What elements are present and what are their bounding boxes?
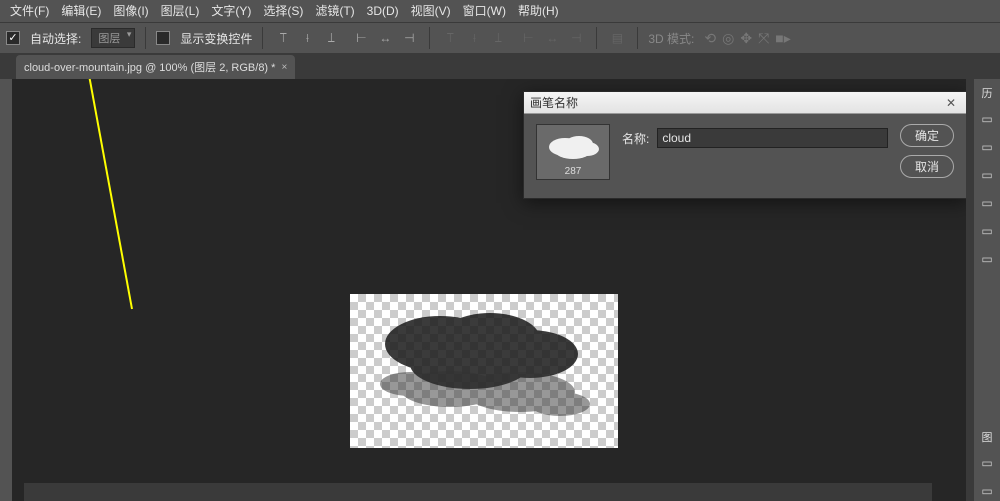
tool-strip-edge [0,79,12,501]
menu-bar: 文件(F) 编辑(E) 图像(I) 图层(L) 文字(Y) 选择(S) 滤镜(T… [0,0,1000,22]
canvas-area[interactable]: 画笔名称 ✕ 287 名称: [12,79,966,501]
align-right-icon[interactable]: ⊣ [399,28,419,48]
menu-filter[interactable]: 滤镜(T) [309,0,360,22]
close-icon[interactable]: × [281,62,287,73]
show-transform-label: 显示变换控件 [180,30,252,47]
zoom-3d-icon[interactable]: ■▸ [775,30,790,47]
menu-help[interactable]: 帮助(H) [512,0,565,22]
divider [637,27,638,49]
menu-file[interactable]: 文件(F) [4,0,55,22]
distribute-group-1: ⟙ ⟊ ⟘ [440,28,508,48]
cloud-thumb-icon [543,129,603,163]
mode-3d-icons: ⟲ ◎ ✥ ⤧ ■▸ [704,30,790,47]
align-group-2: ⊢ ↔ ⊣ [351,28,419,48]
panel-icon[interactable]: ▭ [977,137,997,157]
name-row: 名称: [622,128,888,148]
menu-edit[interactable]: 编辑(E) [55,0,107,22]
distribute-right-icon: ⊣ [566,28,586,48]
menu-view[interactable]: 视图(V) [405,0,457,22]
align-vcenter-icon[interactable]: ⟊ [297,28,317,48]
divider [596,27,597,49]
show-transform-checkbox[interactable] [156,31,170,45]
brush-name-dialog: 画笔名称 ✕ 287 名称: [523,91,966,199]
roll-3d-icon[interactable]: ◎ [722,30,734,47]
distribute-left-icon: ⊢ [518,28,538,48]
auto-select-dropdown[interactable]: 图层 [91,28,135,48]
document-tab-title: cloud-over-mountain.jpg @ 100% (图层 2, RG… [24,59,275,75]
orbit-3d-icon[interactable]: ⟲ [704,30,716,47]
divider [429,27,430,49]
auto-select-label: 自动选择: [30,30,81,47]
brush-thumbnail: 287 [536,124,610,180]
distribute-bottom-icon: ⟘ [488,28,508,48]
dialog-titlebar[interactable]: 画笔名称 ✕ [524,92,966,114]
panel-icon[interactable]: ▭ [977,221,997,241]
pan-3d-icon[interactable]: ✥ [740,30,752,47]
panel-icon[interactable]: ▭ [977,109,997,129]
main-row: 画笔名称 ✕ 287 名称: [0,79,1000,501]
panel-divider[interactable] [966,79,974,501]
align-group-1: ⟙ ⟊ ⟘ [273,28,341,48]
document-tab-bar: cloud-over-mountain.jpg @ 100% (图层 2, RG… [0,54,1000,79]
menu-image[interactable]: 图像(I) [107,0,154,22]
document-canvas[interactable] [350,294,618,448]
menu-3d[interactable]: 3D(D) [361,0,405,22]
history-panel-tab[interactable]: 历 [982,85,993,101]
cloud-render [350,294,618,448]
dialog-buttons: 确定 取消 [900,124,954,178]
panel-icon[interactable]: ▭ [977,481,997,501]
right-panel-collapsed: 历 ▭ ▭ ▭ ▭ ▭ ▭ 图 ▭ ▭ [974,79,1000,501]
distribute-hcenter-icon: ↔ [542,28,562,48]
align-bottom-icon[interactable]: ⟘ [321,28,341,48]
align-hcenter-icon[interactable]: ↔ [375,28,395,48]
menu-select[interactable]: 选择(S) [257,0,309,22]
options-bar: 自动选择: 图层 显示变换控件 ⟙ ⟊ ⟘ ⊢ ↔ ⊣ ⟙ ⟊ ⟘ ⊢ ↔ ⊣ … [0,22,1000,54]
slide-3d-icon[interactable]: ⤧ [758,30,769,47]
auto-align-icon: ▤ [607,28,627,48]
menu-type[interactable]: 文字(Y) [205,0,257,22]
mode-3d-label: 3D 模式: [648,30,694,47]
distribute-group-2: ⊢ ↔ ⊣ [518,28,586,48]
dialog-title: 画笔名称 [530,94,578,111]
annotation-arrow [52,79,172,319]
divider [262,27,263,49]
align-top-icon[interactable]: ⟙ [273,28,293,48]
brush-name-input[interactable] [657,128,888,148]
status-bar [24,483,932,501]
distribute-vcenter-icon: ⟊ [464,28,484,48]
divider [145,27,146,49]
menu-layer[interactable]: 图层(L) [155,0,206,22]
close-icon[interactable]: ✕ [942,96,960,110]
distribute-top-icon: ⟙ [440,28,460,48]
panel-icon[interactable]: ▭ [977,249,997,269]
auto-select-checkbox[interactable] [6,31,20,45]
cancel-button[interactable]: 取消 [900,155,954,178]
panel-icon[interactable]: ▭ [977,453,997,473]
library-panel-tab[interactable]: 图 [982,429,993,445]
brush-thumbnail-size: 287 [537,166,609,177]
menu-window[interactable]: 窗口(W) [457,0,512,22]
align-left-icon[interactable]: ⊢ [351,28,371,48]
dialog-body: 287 名称: 确定 取消 [524,114,966,190]
ok-button[interactable]: 确定 [900,124,954,147]
panel-icon[interactable]: ▭ [977,193,997,213]
document-tab[interactable]: cloud-over-mountain.jpg @ 100% (图层 2, RG… [16,55,295,79]
name-label: 名称: [622,130,649,147]
panel-icon[interactable]: ▭ [977,165,997,185]
